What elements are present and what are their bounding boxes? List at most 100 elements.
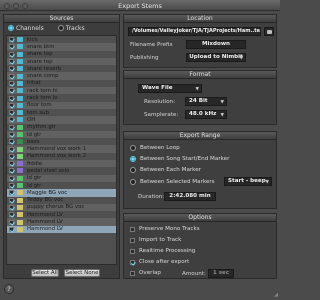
track-row[interactable]: hihat — [7, 80, 116, 87]
filename-prefix-field[interactable]: Mixdown — [186, 40, 246, 49]
track-checkbox[interactable] — [9, 219, 14, 225]
track-color-swatch — [17, 146, 23, 152]
help-button[interactable]: ? — [4, 284, 14, 294]
track-checkbox[interactable] — [9, 110, 14, 116]
close-after-checkbox[interactable] — [130, 259, 135, 265]
track-color-swatch — [17, 219, 23, 225]
realtime-checkbox[interactable] — [130, 248, 135, 254]
range-option-each[interactable]: Between Each Marker — [130, 167, 201, 173]
track-checkbox[interactable] — [9, 175, 14, 181]
track-checkbox[interactable] — [9, 197, 14, 203]
range-option-selected[interactable]: Between Selected Markers — [130, 179, 215, 185]
track-row[interactable]: Teddy BG voc — [7, 197, 116, 204]
track-checkbox[interactable] — [9, 73, 14, 79]
track-checkbox[interactable] — [9, 80, 14, 86]
track-row[interactable]: snare top — [7, 51, 116, 58]
between-selected-radio[interactable] — [130, 179, 136, 185]
track-checkbox[interactable] — [9, 44, 14, 50]
track-checkbox[interactable] — [9, 59, 14, 65]
track-row[interactable]: puppy chorus BG voc — [7, 203, 116, 212]
track-row[interactable]: snare top — [7, 57, 116, 66]
track-row[interactable]: kick — [7, 36, 116, 43]
channels-radio[interactable] — [8, 25, 14, 31]
track-checkbox[interactable] — [9, 102, 14, 108]
publishing-dropdown[interactable]: Upload to Nimbit ▼ — [186, 53, 246, 62]
import-to-track-checkbox[interactable] — [130, 237, 135, 243]
track-row[interactable]: snare comp — [7, 72, 116, 80]
track-checkbox[interactable] — [9, 88, 14, 94]
track-row[interactable]: fiddle — [7, 160, 116, 168]
track-checkbox[interactable] — [9, 66, 14, 72]
track-checkbox[interactable] — [9, 212, 14, 218]
track-checkbox[interactable] — [9, 51, 14, 57]
select-all-button[interactable]: Select All — [31, 269, 59, 277]
track-row[interactable]: rack tom lo — [7, 94, 116, 101]
track-row[interactable]: ld gtr — [7, 174, 116, 182]
location-path-field[interactable]: /Volumes/ValleyJoker/TJA/TJAProjects/Ham… — [128, 27, 261, 36]
track-row[interactable]: ld gtr — [7, 130, 116, 139]
overlap-option[interactable]: Overlap — [130, 270, 161, 276]
track-color-swatch — [17, 124, 23, 130]
track-checkbox[interactable] — [9, 117, 14, 123]
track-checkbox[interactable] — [9, 190, 14, 196]
overlap-checkbox[interactable] — [130, 270, 135, 276]
track-row[interactable]: Hammond LV — [7, 225, 116, 234]
preserve-mono-checkbox[interactable] — [130, 226, 135, 232]
file-type-dropdown[interactable]: Wave File ▼ — [138, 84, 202, 93]
track-checkbox[interactable] — [9, 95, 14, 101]
track-row[interactable]: Maggie BG voc — [7, 189, 116, 197]
between-song-radio[interactable] — [130, 156, 136, 162]
track-color-swatch — [17, 139, 23, 145]
track-row[interactable]: ld gtr — [7, 182, 116, 189]
track-checkbox[interactable] — [9, 37, 14, 43]
track-checkbox[interactable] — [9, 146, 14, 152]
import-to-track-option[interactable]: Import to Track — [130, 237, 181, 243]
track-row[interactable]: snare reverb — [7, 65, 116, 72]
track-checkbox[interactable] — [9, 204, 14, 210]
track-checkbox[interactable] — [9, 168, 14, 174]
samplerate-dropdown[interactable]: 48.0 kHz ▼ — [185, 110, 227, 119]
between-each-radio[interactable] — [130, 167, 136, 173]
realtime-option[interactable]: Realtime Processing — [130, 248, 195, 254]
between-loop-label: Between Loop — [140, 145, 180, 151]
export-range-panel: Export Range Between Loop Between Song S… — [123, 131, 277, 209]
track-row[interactable]: bass — [7, 138, 116, 145]
resolution-dropdown[interactable]: 24 Bit ▼ — [185, 97, 227, 106]
track-row[interactable]: rhythm gtr — [7, 124, 116, 131]
between-loop-radio[interactable] — [130, 145, 136, 151]
track-row[interactable]: rack tom hi — [7, 87, 116, 95]
export-range-header: Export Range — [124, 132, 276, 140]
track-checkbox[interactable] — [9, 153, 14, 159]
track-name: Hammond LV — [27, 211, 63, 218]
track-row[interactable]: snare btm — [7, 43, 116, 51]
resize-grip-icon[interactable]: ◢ — [274, 292, 278, 298]
track-row[interactable]: Hammond vox work 2 — [7, 153, 116, 160]
track-row[interactable]: Hammond vox work 1 — [7, 145, 116, 153]
range-option-song[interactable]: Between Song Start/End Marker — [130, 156, 229, 162]
range-option-loop[interactable]: Between Loop — [130, 145, 180, 151]
folder-icon[interactable] — [264, 27, 274, 36]
track-row[interactable]: floor tom — [7, 101, 116, 109]
track-row[interactable]: OH — [7, 116, 116, 124]
track-checkbox[interactable] — [9, 132, 14, 137]
track-checkbox[interactable] — [9, 183, 14, 189]
track-checkbox[interactable] — [9, 124, 14, 130]
amount-field[interactable]: 1 sec — [208, 269, 234, 278]
track-list[interactable]: kick snare btm snare top snare top snare rev… — [6, 35, 117, 265]
tracks-radio[interactable] — [57, 25, 64, 31]
track-checkbox[interactable] — [9, 139, 14, 145]
preserve-mono-option[interactable]: Preserve Mono Tracks — [130, 226, 200, 232]
publishing-label: Publishing — [130, 55, 159, 61]
location-header: Location — [124, 15, 276, 23]
track-checkbox[interactable] — [9, 226, 14, 232]
track-row[interactable]: Hammond LV — [7, 211, 116, 218]
select-none-button[interactable]: Select None — [64, 269, 100, 277]
track-row[interactable]: pedal steel solo — [7, 167, 116, 174]
track-row[interactable]: tom sub — [7, 109, 116, 116]
track-name: ld gtr — [27, 131, 42, 138]
track-checkbox[interactable] — [9, 161, 14, 167]
track-name: ld gtr — [27, 182, 42, 189]
track-row[interactable]: Hammond LV — [7, 218, 116, 226]
close-after-option[interactable]: Close after export — [130, 259, 189, 265]
marker-dropdown[interactable]: Start - beep ▼ — [224, 177, 272, 186]
